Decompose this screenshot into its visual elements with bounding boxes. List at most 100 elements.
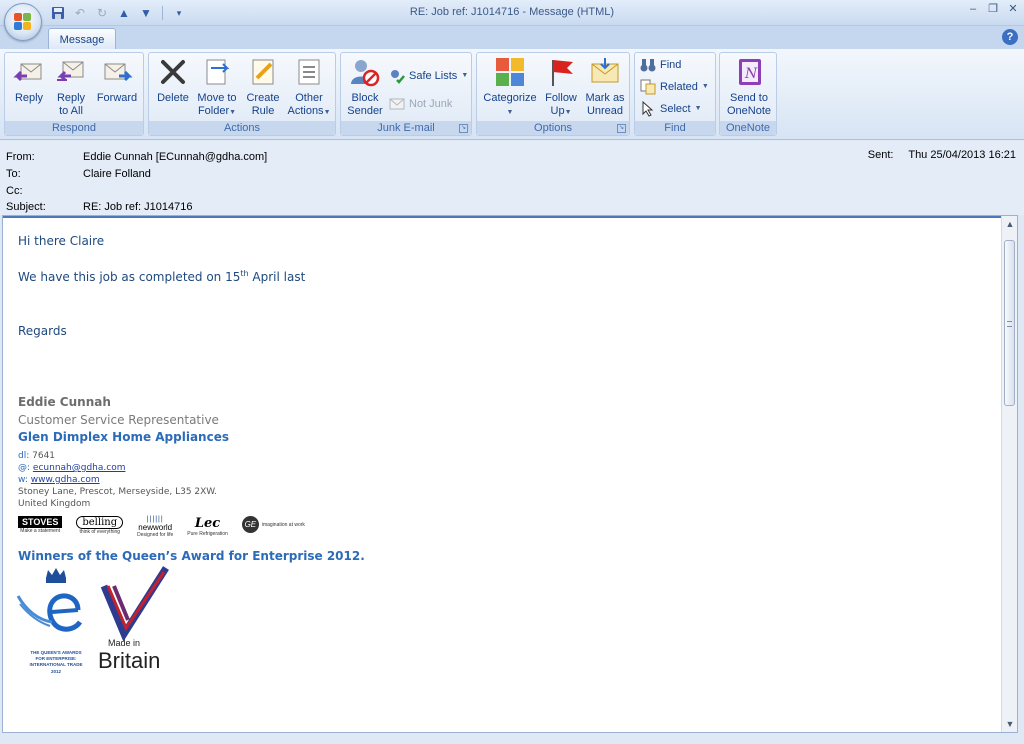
chevron-down-icon: ▼ (323, 109, 331, 116)
svg-text:N: N (744, 66, 758, 82)
group-label-find: Find (635, 121, 715, 135)
body-top-border (3, 216, 1017, 218)
phone-value: 7641 (29, 451, 56, 461)
safe-lists-icon (389, 68, 405, 84)
signature-country: United Kingdom (18, 499, 91, 509)
to-value[interactable]: Claire Folland (83, 166, 151, 182)
send-to-onenote-label: Send to OneNote (726, 92, 772, 117)
ge-logo: GE imagination at work (241, 516, 305, 533)
group-label-junk-email: Junk E-mail (341, 121, 471, 135)
create-rule-button[interactable]: Create Rule (243, 56, 283, 118)
follow-up-button[interactable]: Follow Up▼ (541, 56, 581, 119)
svg-text:FOR ENTERPRISE:: FOR ENTERPRISE: (35, 656, 77, 661)
scroll-down-icon[interactable]: ▼ (1002, 716, 1017, 732)
chevron-down-icon: ▼ (701, 83, 709, 90)
find-label: Find (660, 59, 682, 71)
from-label: From: (6, 151, 35, 163)
email-key: @: (18, 463, 31, 473)
vertical-scrollbar[interactable]: ▲ ▼ (1001, 216, 1017, 732)
group-find: Find Related ▼ Select ▼ Find (634, 52, 716, 136)
move-to-folder-button[interactable]: Move to Folder▼ (193, 56, 241, 119)
related-icon (640, 79, 656, 95)
signature-title: Customer Service Representative (18, 413, 219, 427)
message-header: From: Eddie Cunnah [ECunnah@gdha.com] To… (0, 141, 1024, 215)
body-line-superscript: th (240, 269, 249, 278)
brand-logos: STOVES Make a statement belling think of… (18, 516, 305, 546)
scroll-grip-icon (1007, 321, 1012, 327)
belling-logo: belling think of everything (76, 516, 124, 535)
sent-label: Sent: (867, 149, 894, 161)
not-junk-button[interactable]: Not Junk (389, 95, 452, 113)
categorize-label: Categorize (483, 92, 537, 104)
scroll-thumb[interactable] (1004, 240, 1015, 406)
group-actions: Delete Move to Folder▼ Create Rule Other… (148, 52, 336, 136)
chevron-down-icon: ▼ (461, 72, 469, 79)
delete-button[interactable]: Delete (153, 56, 193, 105)
find-button[interactable]: Find (640, 56, 681, 74)
move-to-folder-icon (201, 56, 233, 88)
website-link[interactable]: www.gdha.com (31, 475, 100, 485)
newworld-logo: |||||| newworld Designed for life (137, 516, 174, 538)
message-body[interactable]: Hi there Claire We have this job as comp… (2, 215, 1018, 733)
britain-text: Britain (98, 648, 161, 673)
reply-all-button[interactable]: Reply to All (51, 56, 91, 118)
block-sender-button[interactable]: Block Sender (343, 56, 387, 118)
onenote-icon: N (733, 56, 765, 88)
regards-text: Regards (18, 324, 67, 338)
related-button[interactable]: Related ▼ (640, 78, 709, 96)
group-onenote: N Send to OneNote OneNote (719, 52, 777, 136)
signature-phone: dl: 7641 (18, 450, 55, 462)
subject-label: Subject: (6, 201, 46, 213)
email-link[interactable]: ecunnah@gdha.com (33, 463, 126, 473)
other-actions-icon (293, 56, 325, 88)
delete-icon (157, 56, 189, 88)
close-button[interactable]: ✕ (1006, 2, 1020, 16)
help-icon[interactable]: ? (1002, 29, 1018, 45)
reply-label: Reply (14, 92, 44, 104)
select-label: Select (660, 103, 691, 115)
flag-icon (545, 56, 577, 88)
group-label-respond: Respond (5, 121, 143, 135)
svg-text:2012: 2012 (51, 669, 62, 674)
group-respond: Reply Reply to All Forward Respond (4, 52, 144, 136)
group-label-actions: Actions (149, 121, 335, 135)
send-to-onenote-button[interactable]: N Send to OneNote (722, 56, 776, 118)
phone-key: dl: (18, 451, 30, 461)
scroll-up-icon[interactable]: ▲ (1002, 216, 1017, 232)
group-label-onenote: OneNote (720, 121, 776, 135)
cc-label: Cc: (6, 185, 23, 197)
forward-label: Forward (96, 92, 138, 104)
ribbon-tab-row: Message ? (0, 26, 1024, 51)
create-rule-label: Create Rule (246, 92, 280, 117)
safe-lists-button[interactable]: Safe Lists ▼ (389, 67, 468, 85)
categorize-button[interactable]: Categorize ▼ (479, 56, 541, 119)
subject-value: RE: Job ref: J1014716 (83, 201, 193, 213)
forward-button[interactable]: Forward (93, 56, 141, 105)
award-logos: THE QUEEN'S AWARDS FOR ENTERPRISE: INTER… (16, 566, 186, 682)
to-label: To: (6, 168, 21, 180)
body-line-start: We have this job as completed on 15 (18, 270, 241, 284)
other-actions-button[interactable]: Other Actions▼ (285, 56, 333, 119)
office-button[interactable] (4, 3, 42, 41)
minimize-button[interactable]: – (966, 2, 980, 16)
dialog-launcher-icon[interactable]: ↘ (617, 124, 626, 133)
tab-message[interactable]: Message (48, 28, 116, 51)
mark-as-unread-button[interactable]: Mark as Unread (581, 56, 629, 118)
select-button[interactable]: Select ▼ (640, 100, 702, 118)
signature-company: Glen Dimplex Home Appliances (18, 430, 229, 444)
reply-all-label: Reply to All (56, 92, 86, 117)
signature-email: @: ecunnah@gdha.com (18, 462, 125, 474)
signature-address: Stoney Lane, Prescot, Merseyside, L35 2X… (18, 487, 218, 497)
title-bar: ↶ ↻ ▲ ▼ ▾ RE: Job ref: J1014716 - Messag… (0, 0, 1024, 26)
office-logo-icon (14, 13, 32, 31)
body-line-end: April last (248, 270, 306, 284)
restore-button[interactable]: ❐ (986, 2, 1000, 16)
svg-text:THE QUEEN'S AWARDS: THE QUEEN'S AWARDS (30, 650, 81, 655)
dialog-launcher-icon[interactable]: ↘ (459, 124, 468, 133)
greeting-text: Hi there Claire (18, 234, 105, 248)
not-junk-label: Not Junk (409, 98, 453, 110)
forward-icon (101, 56, 133, 88)
reply-button[interactable]: Reply (9, 56, 49, 105)
from-value[interactable]: Eddie Cunnah [ECunnah@gdha.com] (83, 149, 267, 165)
sent-value: Thu 25/04/2013 16:21 (908, 149, 1016, 161)
